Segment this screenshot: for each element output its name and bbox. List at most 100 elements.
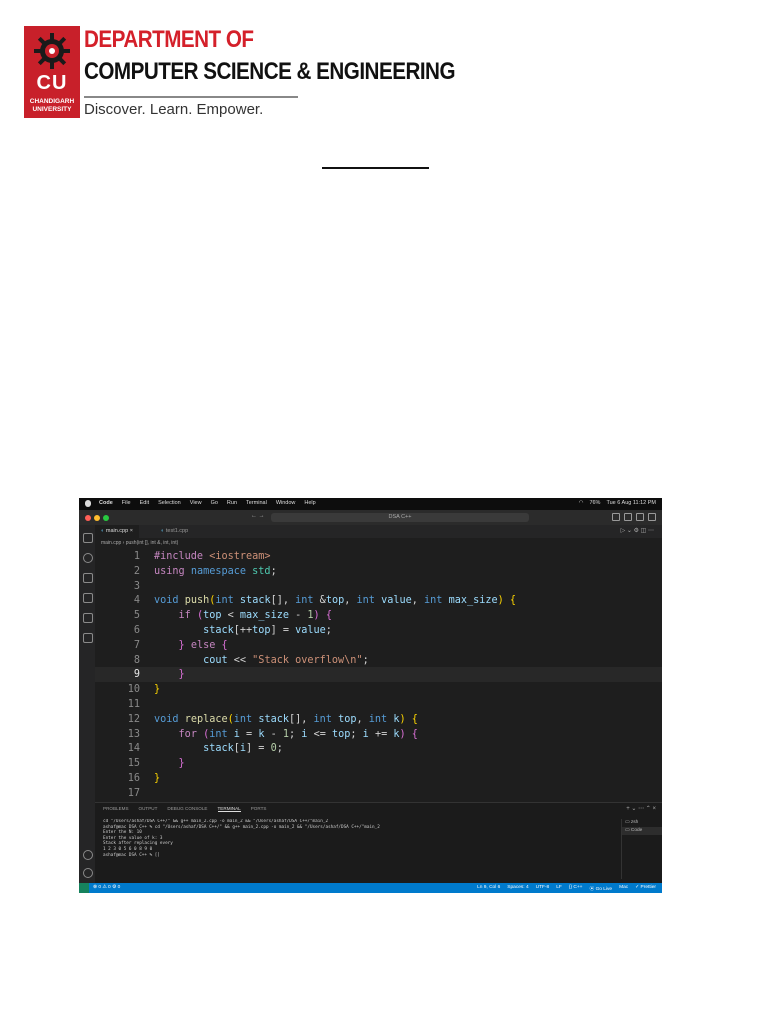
status-bar: ⊗ 0 ⚠ 0 ⚙ 0 Ln 9, Col 6 Spaces: 4 UTF-8 LF {… [79, 883, 662, 893]
mac-menu-help[interactable]: Help [304, 500, 315, 506]
logo-abbreviation: CU [36, 72, 68, 94]
code-line[interactable]: 1 #include <iostream> [95, 549, 662, 564]
code-line[interactable]: 2 using namespace std; [95, 564, 662, 579]
tab-test1-cpp[interactable]: ◐ test1.cpp [155, 525, 194, 538]
status-item[interactable]: UTF-8 [536, 885, 550, 892]
mac-menu-terminal[interactable]: Terminal [246, 500, 267, 506]
code-line[interactable]: 10} [95, 682, 662, 697]
code-line[interactable]: 15 } [95, 756, 662, 771]
line-number: 14 [127, 743, 140, 755]
line-number: 12 [127, 713, 140, 725]
code-line[interactable]: 5 if (top < max_size - 1) { [95, 608, 662, 623]
gear-icon[interactable] [83, 868, 93, 878]
explorer-icon[interactable] [83, 533, 93, 543]
code-text: } [178, 758, 185, 770]
code-line[interactable]: 8 cout << "Stack overflow\n"; [95, 653, 662, 668]
panel-tab-output[interactable]: OUTPUT [139, 806, 158, 812]
mac-menu-view[interactable]: View [190, 500, 202, 506]
code-line[interactable]: 13 for (int i = k - 1; i <= top; i += k)… [95, 727, 662, 742]
panel-tabs: PROBLEMS OUTPUT DEBUG CONSOLE TERMINAL PORTS [103, 806, 266, 812]
activity-bar [79, 525, 95, 883]
panel-actions[interactable]: + ⌄ ⋯ ⌃ × [626, 805, 656, 812]
line-number: 16 [127, 773, 140, 784]
terminal-session-zsh[interactable]: ▭ zsh [622, 819, 662, 827]
code-text: void push(int stack[], int &top, int val… [154, 595, 517, 607]
source-control-icon[interactable] [83, 573, 93, 583]
code-line[interactable]: 9 } [95, 667, 662, 683]
line-number: 1 [133, 551, 140, 562]
line-number: 5 [133, 610, 140, 622]
bottom-panel: PROBLEMS OUTPUT DEBUG CONSOLE TERMINAL PORTS… [95, 802, 662, 884]
layout-icons[interactable] [612, 513, 656, 521]
status-item[interactable]: Ln 9, Col 6 [477, 885, 500, 892]
account-icon[interactable] [83, 850, 93, 860]
status-item[interactable]: ✓ Prettier [635, 885, 656, 892]
search-icon[interactable] [83, 553, 93, 563]
code-line[interactable]: 3 [95, 579, 662, 594]
mac-menu-items: Code File Edit Selection View Go Run Terminal Wi… [99, 500, 316, 506]
terminal-session-code[interactable]: ▭ Code [622, 827, 662, 835]
breadcrumb: main.cpp › push(int [], int &, int, int) [101, 540, 179, 546]
logo-university-name: CHANDIGARH UNIVERSITY [29, 98, 75, 113]
status-item[interactable]: Mac [619, 885, 628, 892]
status-item[interactable]: LF [556, 885, 562, 892]
code-text: } else { [178, 639, 228, 651]
maximize-window-icon[interactable] [103, 515, 109, 521]
close-icon[interactable]: × [130, 528, 133, 534]
code-text: stack[i] = 0; [203, 743, 283, 755]
code-text: cout << "Stack overflow\n"; [203, 654, 369, 666]
code-line[interactable]: 11 [95, 697, 662, 712]
command-search-input[interactable]: DSA C++ [271, 513, 529, 522]
mac-menu-edit[interactable]: Edit [140, 500, 149, 506]
code-editor[interactable]: 1 #include <iostream> 2 using namespace std… [95, 549, 662, 802]
run-debug-icon[interactable] [83, 593, 93, 603]
mac-menu-run[interactable]: Run [227, 500, 237, 506]
panel-tab-problems[interactable]: PROBLEMS [103, 806, 129, 812]
line-number: 3 [133, 580, 140, 592]
remote-indicator[interactable] [79, 883, 89, 893]
code-line[interactable]: 12 void replace(int stack[], int top, int… [95, 712, 662, 727]
problems-count[interactable]: ⊗ 0 ⚠ 0 ⚙ 0 [93, 885, 120, 890]
vscode-screenshot: Code File Edit Selection View Go Run Terminal Wi… [79, 498, 662, 893]
mac-menu-bar: Code File Edit Selection View Go Run Terminal Wi… [79, 498, 662, 510]
mac-menu-file[interactable]: File [122, 500, 131, 506]
remote-icon[interactable] [83, 633, 93, 643]
code-text: #include <iostream> [154, 551, 271, 562]
nav-arrows[interactable]: ← → [251, 513, 265, 519]
mac-menu-window[interactable]: Window [276, 500, 296, 506]
mac-menu-selection[interactable]: Selection [158, 500, 181, 506]
code-text: } [154, 684, 161, 696]
code-text: } [154, 773, 161, 784]
code-line[interactable]: 4 void push(int stack[], int &top, int va… [95, 593, 662, 608]
line-number: 7 [133, 639, 140, 651]
battery-level: 76% [589, 500, 601, 506]
department-title-line2: COMPUTER SCIENCE & ENGINEERING [84, 58, 456, 85]
status-item[interactable]: {} C++ [569, 885, 583, 892]
line-number: 2 [133, 565, 140, 577]
panel-tab-debug-console[interactable]: DEBUG CONSOLE [167, 806, 207, 812]
status-right-items: Ln 9, Col 6 Spaces: 4 UTF-8 LF {} C++ ⦿ Go Li… [477, 885, 656, 892]
code-line[interactable]: 7 } else { [95, 638, 662, 653]
mac-menu-go[interactable]: Go [211, 500, 218, 506]
panel-tab-terminal[interactable]: TERMINAL [217, 806, 241, 812]
mac-menu-code[interactable]: Code [99, 500, 113, 506]
code-line[interactable]: 14 stack[i] = 0; [95, 741, 662, 756]
run-and-split-icons[interactable]: ▷ ⌄ ⚙ ◫ ⋯ [621, 527, 654, 534]
apple-icon [85, 500, 91, 507]
close-window-icon[interactable] [85, 515, 91, 521]
status-item[interactable]: Spaces: 4 [507, 885, 528, 892]
terminal-output[interactable]: cd "/Users/ashaf/DSA C++/" && g++ main_2… [103, 819, 623, 858]
code-line[interactable]: 16} [95, 771, 662, 786]
extensions-icon[interactable] [83, 613, 93, 623]
status-item[interactable]: ⦿ Go Live [589, 885, 612, 892]
panel-tab-ports[interactable]: PORTS [251, 806, 267, 812]
code-line[interactable]: 6 stack[++top] = value; [95, 623, 662, 638]
line-number: 6 [133, 625, 140, 636]
line-number: 11 [127, 699, 140, 710]
minimize-window-icon[interactable] [94, 515, 100, 521]
tab-main-cpp[interactable]: ◐ main.cpp × [95, 525, 139, 538]
line-number: 10 [127, 684, 140, 696]
line-number: 4 [133, 595, 140, 607]
department-header: CU CHANDIGARH UNIVERSITY DEPARTMENT OF C… [24, 26, 484, 122]
code-line[interactable]: 17 [95, 786, 662, 801]
